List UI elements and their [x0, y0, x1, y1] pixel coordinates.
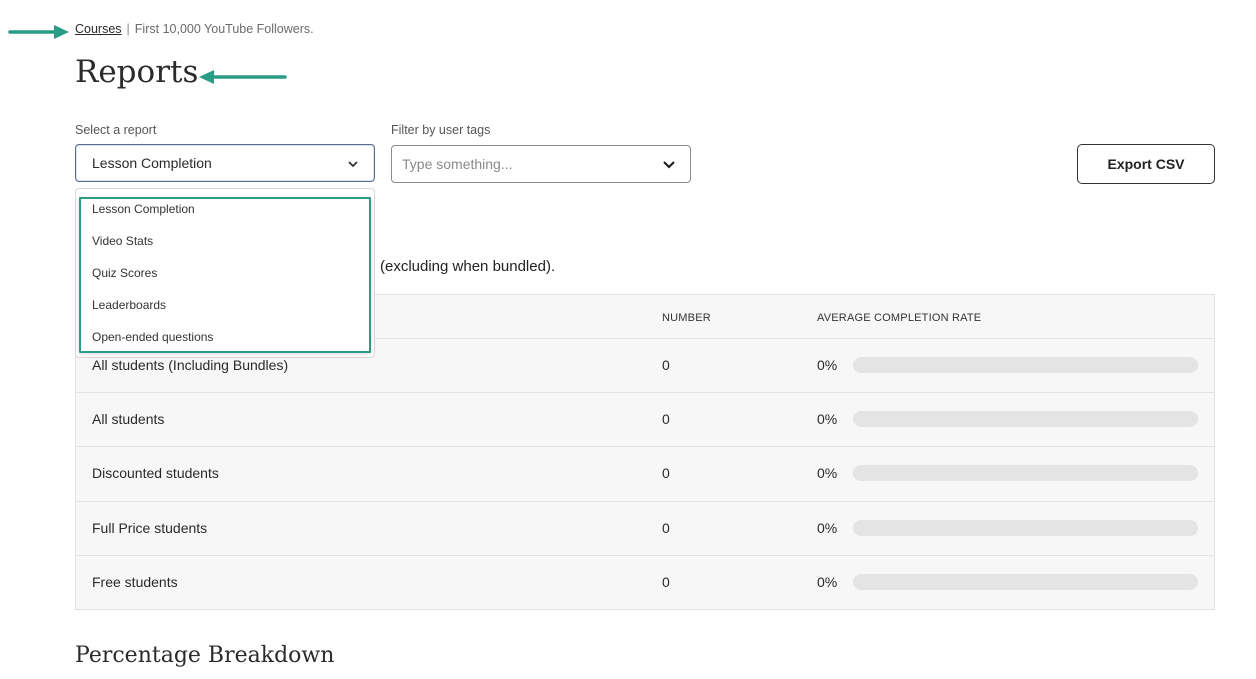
row-rate: 0%	[817, 357, 838, 373]
row-rate: 0%	[817, 574, 838, 590]
breadcrumb-current: First 10,000 YouTube Followers.	[134, 22, 314, 36]
annotation-arrow-title-icon	[199, 70, 287, 84]
row-number: 0	[662, 465, 670, 481]
breadcrumb-separator: |	[126, 22, 130, 36]
completion-progress-bar	[853, 520, 1198, 536]
report-select[interactable]: Lesson Completion	[75, 144, 375, 182]
row-label: Free students	[92, 574, 178, 590]
row-label: All students (Including Bundles)	[92, 357, 289, 373]
completion-progress-bar	[853, 357, 1198, 373]
menu-item-lesson-completion[interactable]: Lesson Completion	[92, 202, 195, 216]
row-label: Discounted students	[92, 465, 219, 481]
tags-filter-input[interactable]: Type something...	[391, 145, 691, 183]
row-number: 0	[662, 574, 670, 590]
row-number: 0	[662, 357, 670, 373]
table-row: Free students 0 0%	[76, 555, 1214, 609]
table-row: All students 0 0%	[76, 392, 1214, 446]
report-description: (excluding when bundled).	[380, 258, 556, 275]
chevron-down-icon[interactable]	[662, 158, 676, 172]
completion-progress-bar	[853, 465, 1198, 481]
report-select-label: Select a report	[75, 123, 157, 137]
export-csv-button[interactable]: Export CSV	[1077, 144, 1215, 184]
menu-item-quiz-scores[interactable]: Quiz Scores	[92, 266, 157, 280]
tags-filter-label: Filter by user tags	[391, 123, 491, 137]
menu-item-video-stats[interactable]: Video Stats	[92, 234, 153, 248]
completion-progress-bar	[853, 574, 1198, 590]
table-row: Full Price students 0 0%	[76, 501, 1214, 555]
table-row: Discounted students 0 0%	[76, 446, 1214, 500]
menu-item-open-ended-questions[interactable]: Open-ended questions	[92, 330, 213, 344]
row-label: Full Price students	[92, 520, 208, 536]
row-number: 0	[662, 411, 670, 427]
completion-progress-bar	[853, 411, 1198, 427]
report-select-value: Lesson Completion	[92, 155, 212, 171]
page-title: Reports	[75, 54, 199, 90]
breadcrumb: Courses | First 10,000 YouTube Followers.	[75, 22, 314, 36]
row-rate: 0%	[817, 520, 838, 536]
percentage-breakdown-title: Percentage Breakdown	[75, 643, 335, 668]
chevron-down-icon	[348, 161, 358, 168]
row-number: 0	[662, 520, 670, 536]
row-rate: 0%	[817, 465, 838, 481]
column-header-average-completion-rate: AVERAGE COMPLETION RATE	[817, 312, 982, 324]
annotation-arrow-breadcrumb-icon	[8, 25, 69, 39]
row-label: All students	[92, 411, 165, 427]
row-rate: 0%	[817, 411, 838, 427]
menu-item-leaderboards[interactable]: Leaderboards	[92, 298, 166, 312]
column-header-number: NUMBER	[662, 312, 711, 324]
tags-filter-placeholder: Type something...	[402, 156, 513, 172]
breadcrumb-courses-link[interactable]: Courses	[75, 22, 122, 36]
